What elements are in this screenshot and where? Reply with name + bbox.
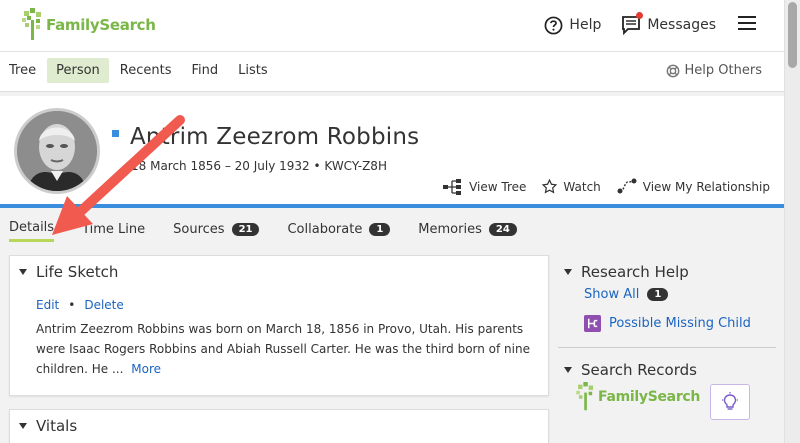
notification-dot xyxy=(636,12,644,19)
person-lifespan-id: 18 March 1856 – 20 July 1932 • KWCY-Z8H xyxy=(131,159,387,173)
search-source-name: FamilySearch xyxy=(598,389,701,405)
collapse-triangle-icon xyxy=(564,367,572,373)
help-others-link[interactable]: Help Others xyxy=(666,63,762,78)
memories-count-badge: 24 xyxy=(488,222,517,236)
collapse-triangle-icon xyxy=(564,269,572,275)
messages-button[interactable]: Messages xyxy=(621,12,716,36)
view-tree-label: View Tree xyxy=(469,179,527,194)
possible-missing-child-link: Possible Missing Child xyxy=(609,316,751,331)
top-header: FamilySearch Help Messages xyxy=(0,0,784,52)
more-link[interactable]: More xyxy=(131,362,161,376)
lightbulb-icon xyxy=(722,392,738,410)
person-name: Antrim Zeezrom Robbins xyxy=(130,124,420,150)
vitals-title: Vitals xyxy=(36,417,78,435)
familysearch-logo[interactable]: FamilySearch xyxy=(22,8,156,42)
watch-button[interactable]: Watch xyxy=(542,179,601,194)
life-sketch-title: Life Sketch xyxy=(36,263,119,281)
tab-collaborate-label: Collaborate xyxy=(287,221,363,237)
collapse-triangle-icon xyxy=(19,423,27,429)
watch-label: Watch xyxy=(563,179,601,194)
life-sketch-text: Antrim Zeezrom Robbins was born on March… xyxy=(36,322,530,376)
tab-sources[interactable]: Sources 21 xyxy=(173,221,260,241)
search-records-header[interactable]: Search Records xyxy=(564,361,786,379)
nav-recents[interactable]: Recents xyxy=(111,58,181,83)
scrollbar-thumb[interactable] xyxy=(788,2,797,68)
nav-tree[interactable]: Tree xyxy=(0,58,45,83)
life-sketch-card: Life Sketch Edit • Delete Antrim Zeezrom… xyxy=(9,255,549,396)
research-help-header[interactable]: Research Help xyxy=(564,263,786,281)
person-portrait[interactable] xyxy=(14,108,100,194)
sources-count-badge: 21 xyxy=(231,222,260,236)
possible-missing-child-hint[interactable]: Possible Missing Child xyxy=(584,315,786,332)
bullet-separator: • xyxy=(68,298,76,312)
tree-logo-icon xyxy=(22,8,41,40)
tab-memories-label: Memories xyxy=(418,221,482,237)
collapse-triangle-icon xyxy=(19,269,27,275)
nav-find[interactable]: Find xyxy=(182,58,227,83)
show-all-link[interactable]: Show All xyxy=(584,287,639,302)
edit-link[interactable]: Edit xyxy=(36,298,59,312)
tab-collaborate[interactable]: Collaborate 1 xyxy=(287,221,391,241)
question-circle-icon xyxy=(544,16,563,34)
tab-details-label: Details xyxy=(9,220,55,235)
logo-text: FamilySearch xyxy=(46,16,156,34)
vitals-card: Vitals xyxy=(9,409,549,443)
vertical-scrollbar[interactable] xyxy=(784,0,800,443)
sidebar-divider xyxy=(558,347,776,348)
gender-marker xyxy=(112,130,119,137)
view-relationship-button[interactable]: View My Relationship xyxy=(617,178,770,195)
lightbulb-button[interactable] xyxy=(710,384,750,420)
life-sketch-body: Antrim Zeezrom Robbins was born on March… xyxy=(36,319,536,379)
tab-time-line[interactable]: Time Line xyxy=(82,222,145,241)
research-help-count-badge: 1 xyxy=(647,288,669,301)
help-label: Help xyxy=(569,17,602,33)
help-button[interactable]: Help xyxy=(544,16,601,35)
family-hint-icon xyxy=(584,315,601,332)
messages-label: Messages xyxy=(647,17,716,33)
nav-person[interactable]: Person xyxy=(47,58,109,83)
person-tabs: Details Time Line Sources 21 Collaborate… xyxy=(0,220,545,242)
research-help-title: Research Help xyxy=(581,263,689,281)
person-header: Antrim Zeezrom Robbins 18 March 1856 – 2… xyxy=(0,96,784,208)
relationship-path-icon xyxy=(617,178,637,194)
right-sidebar: Research Help Show All 1 Possible Missin… xyxy=(556,255,786,420)
tab-sources-label: Sources xyxy=(173,221,225,237)
nav-lists[interactable]: Lists xyxy=(229,58,277,83)
star-outline-icon xyxy=(542,179,558,194)
view-tree-button[interactable]: View Tree xyxy=(443,178,527,195)
help-others-label: Help Others xyxy=(684,63,762,78)
delete-link[interactable]: Delete xyxy=(84,298,123,312)
collaborate-count-badge: 1 xyxy=(369,222,391,236)
main-nav: Tree Person Recents Find Lists Help Othe… xyxy=(0,52,784,92)
hamburger-menu-icon[interactable] xyxy=(738,16,756,34)
view-relationship-label: View My Relationship xyxy=(642,179,770,194)
search-records-title: Search Records xyxy=(581,361,697,379)
tab-memories[interactable]: Memories 24 xyxy=(418,221,517,241)
tree-logo-icon xyxy=(576,382,594,411)
tree-chart-icon xyxy=(443,178,462,195)
portrait-photo xyxy=(17,111,97,191)
tab-time-line-label: Time Line xyxy=(82,221,146,237)
life-sketch-header[interactable]: Life Sketch xyxy=(19,263,118,281)
familysearch-records-link[interactable]: FamilySearch xyxy=(576,382,786,412)
lifebuoy-icon xyxy=(666,64,679,77)
vitals-header[interactable]: Vitals xyxy=(19,417,77,435)
tab-details[interactable]: Details xyxy=(9,220,55,242)
